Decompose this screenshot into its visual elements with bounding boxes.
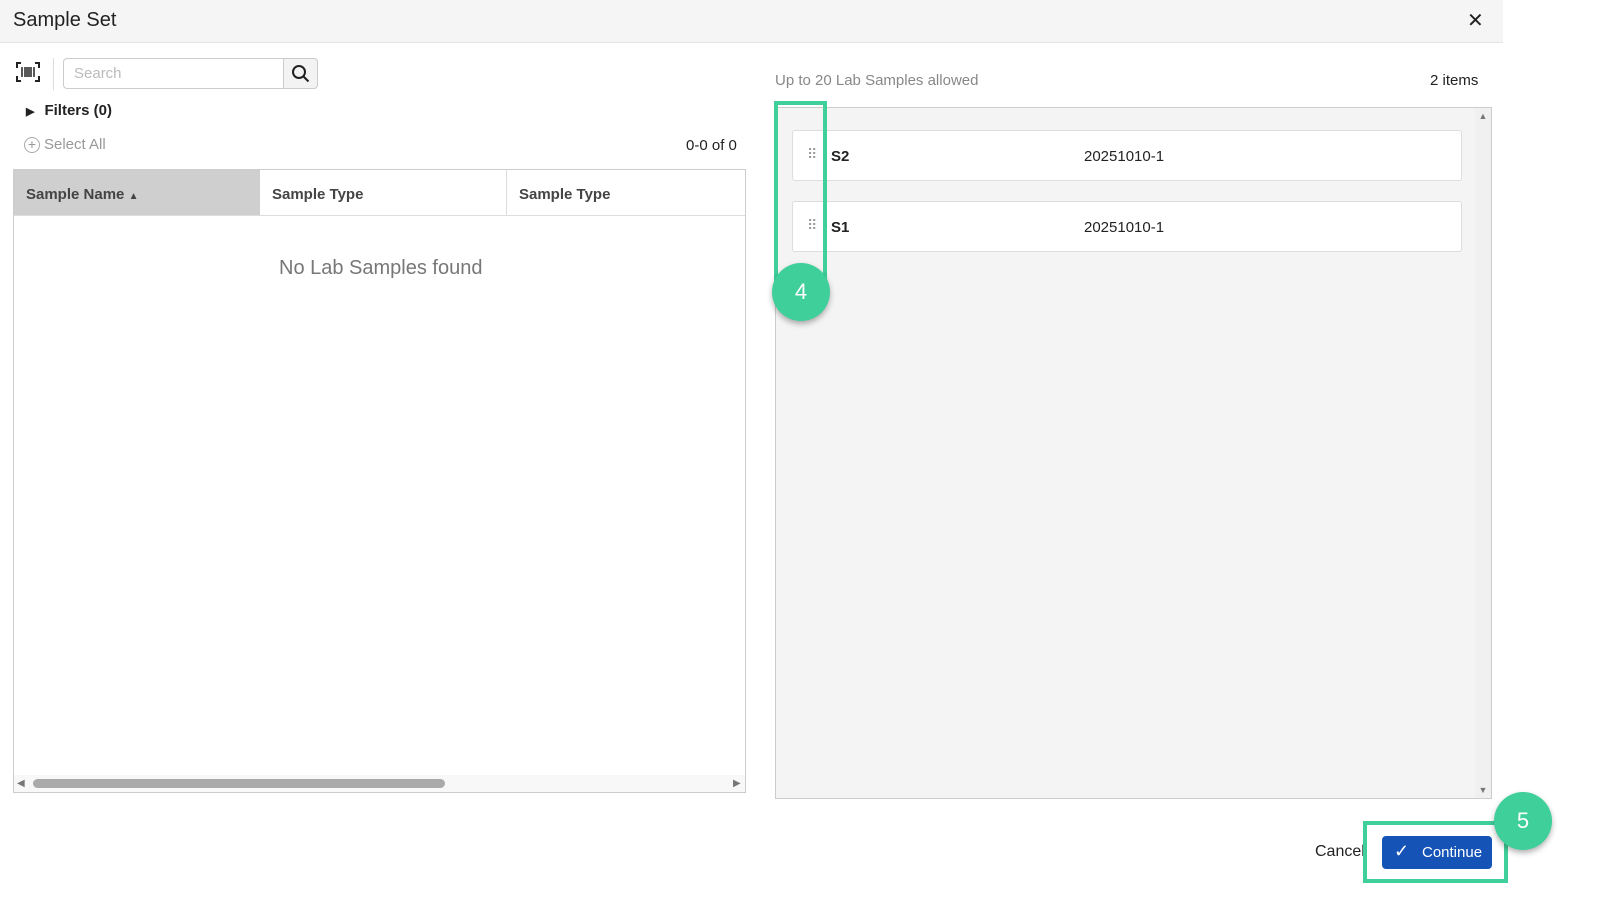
vertical-scrollbar[interactable]: ▲ ▼ xyxy=(1475,108,1491,798)
cancel-button[interactable]: Cancel xyxy=(1315,843,1365,861)
filters-toggle[interactable]: ▶ Filters (0) xyxy=(26,102,112,119)
sort-up-icon: ▲ xyxy=(128,191,139,202)
scroll-right-icon[interactable]: ▶ xyxy=(733,778,741,789)
empty-message: No Lab Samples found xyxy=(279,257,483,279)
close-icon[interactable]: ✕ xyxy=(1467,8,1484,33)
step-badge-5: 5 xyxy=(1494,792,1552,850)
dialog-title: Sample Set xyxy=(13,9,117,31)
item-value: 20251010-1 xyxy=(1084,219,1165,236)
barcode-scan-icon[interactable] xyxy=(16,62,40,82)
select-all-label: Select All xyxy=(44,136,106,153)
column-label: Sample Type xyxy=(272,186,364,203)
search-icon xyxy=(292,65,310,83)
step-badge-4: 4 xyxy=(772,263,830,321)
search-input[interactable] xyxy=(63,58,284,89)
scroll-down-icon[interactable]: ▼ xyxy=(1475,785,1491,795)
dialog-header xyxy=(0,0,1503,43)
item-name: S1 xyxy=(831,219,850,236)
column-header-sample-type[interactable]: Sample Type xyxy=(260,170,506,216)
column-header-sample-type-2[interactable]: Sample Type xyxy=(506,170,745,216)
column-header-sample-name[interactable]: Sample Name ▲ xyxy=(14,170,260,216)
selected-item[interactable]: ⠿ S2 20251010-1 xyxy=(792,130,1462,181)
plus-circle-icon: + xyxy=(24,137,40,153)
selected-samples-panel: ⠿ S2 20251010-1 ⠿ S1 20251010-1 ▲ ▼ xyxy=(775,107,1492,799)
column-label: Sample Type xyxy=(519,186,611,203)
limit-text: Up to 20 Lab Samples allowed xyxy=(775,72,979,89)
pagination-count: 0-0 of 0 xyxy=(686,137,737,154)
selected-item[interactable]: ⠿ S1 20251010-1 xyxy=(792,201,1462,252)
filters-label: Filters (0) xyxy=(44,102,112,119)
scroll-up-icon[interactable]: ▲ xyxy=(1475,111,1491,121)
item-value: 20251010-1 xyxy=(1084,148,1165,165)
scrollbar-thumb[interactable] xyxy=(33,779,445,788)
highlight-continue xyxy=(1363,821,1508,883)
item-name: S2 xyxy=(831,148,850,165)
items-count: 2 items xyxy=(1430,72,1479,89)
select-all-button[interactable]: + Select All xyxy=(24,136,106,153)
highlight-drag-handles xyxy=(774,101,827,281)
divider xyxy=(53,58,54,90)
search-button[interactable] xyxy=(283,58,318,89)
column-label: Sample Name xyxy=(26,186,125,203)
scroll-left-icon[interactable]: ◀ xyxy=(17,778,25,789)
caret-right-icon: ▶ xyxy=(26,106,35,118)
